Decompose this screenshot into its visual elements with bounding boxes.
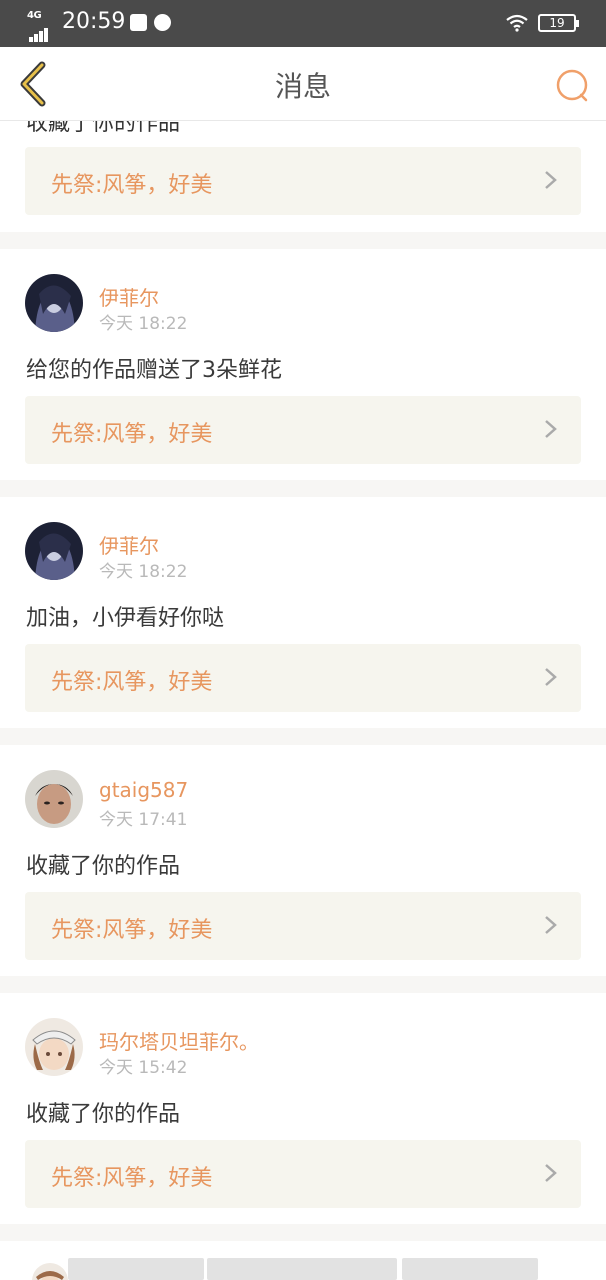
avatar-image (25, 1018, 83, 1076)
avatar[interactable] (32, 1263, 68, 1280)
timestamp: 今天 18:22 (99, 562, 188, 582)
avatar-image (25, 522, 83, 580)
battery-level: 19 (549, 16, 565, 30)
message-text: 收藏了你的作品 (26, 854, 181, 879)
username[interactable]: gtaig587 (99, 778, 188, 802)
search-icon[interactable] (552, 65, 592, 105)
work-title: 先祭:风筝，好美 (51, 173, 213, 198)
message-card: gtaig587 今天 17:41 收藏了你的作品 先祭:风筝，好美 (0, 745, 606, 976)
work-link-button[interactable]: 先祭:风筝，好美 (25, 644, 581, 712)
message-list[interactable]: 收藏了你的作品 先祭:风筝，好美 伊菲尔 今天 18:22 给您的作品赠送了3朵… (0, 121, 606, 1280)
avatar-image (25, 770, 83, 828)
cellular-signal-icon: 4G (27, 10, 55, 42)
avatar[interactable] (25, 770, 83, 828)
message-card: 伊菲尔 今天 18:22 给您的作品赠送了3朵鲜花 先祭:风筝，好美 (0, 249, 606, 480)
message-card: 伊菲尔 今天 18:22 加油，小伊看好你哒 先祭:风筝，好美 (0, 497, 606, 728)
loading-placeholder (402, 1258, 538, 1280)
work-link-button[interactable]: 先祭:风筝，好美 (25, 1140, 581, 1208)
work-title: 先祭:风筝，好美 (51, 670, 213, 695)
chevron-right-icon (545, 171, 557, 189)
work-link-button[interactable]: 先祭:风筝，好美 (25, 892, 581, 960)
status-bar: 4G 20:59 19 (0, 0, 606, 47)
chevron-right-icon (545, 916, 557, 934)
wifi-icon (506, 14, 528, 32)
loading-placeholder (207, 1258, 397, 1280)
username[interactable]: 玛尔塔贝坦菲尔。 (99, 1026, 259, 1055)
status-time: 20:59 (62, 9, 126, 34)
message-text: 收藏了你的作品 (26, 121, 181, 136)
message-text: 收藏了你的作品 (26, 1102, 181, 1127)
message-text: 给您的作品赠送了3朵鲜花 (26, 358, 282, 383)
timestamp: 今天 17:41 (99, 810, 188, 830)
wechat-notification-icon (154, 14, 171, 31)
message-card: 玛尔塔贝坦菲尔。 今天 15:42 收藏了你的作品 先祭:风筝，好美 (0, 993, 606, 1224)
work-link-button[interactable]: 先祭:风筝，好美 (25, 396, 581, 464)
avatar-image (25, 274, 83, 332)
page-title: 消息 (274, 70, 331, 103)
chevron-right-icon (545, 420, 557, 438)
work-title: 先祭:风筝，好美 (51, 918, 213, 943)
work-link-button[interactable]: 先祭:风筝，好美 (25, 147, 581, 215)
work-title: 先祭:风筝，好美 (51, 1166, 213, 1191)
avatar[interactable] (25, 274, 83, 332)
message-card: 收藏了你的作品 先祭:风筝，好美 (0, 121, 606, 232)
loading-placeholder (68, 1258, 204, 1280)
username[interactable]: 伊菲尔 (99, 282, 159, 311)
battery-icon: 19 (538, 14, 579, 32)
timestamp: 今天 18:22 (99, 314, 188, 334)
message-text: 加油，小伊看好你哒 (26, 606, 225, 631)
network-type: 4G (27, 10, 42, 21)
avatar-image (32, 1263, 68, 1280)
timestamp: 今天 15:42 (99, 1058, 188, 1078)
username[interactable]: 伊菲尔 (99, 530, 159, 559)
navigation-bar: 消息 (0, 47, 606, 121)
avatar[interactable] (25, 1018, 83, 1076)
chevron-right-icon (545, 668, 557, 686)
work-title: 先祭:风筝，好美 (51, 422, 213, 447)
avatar[interactable] (25, 522, 83, 580)
chevron-right-icon (545, 1164, 557, 1182)
qq-notification-icon (130, 14, 147, 31)
